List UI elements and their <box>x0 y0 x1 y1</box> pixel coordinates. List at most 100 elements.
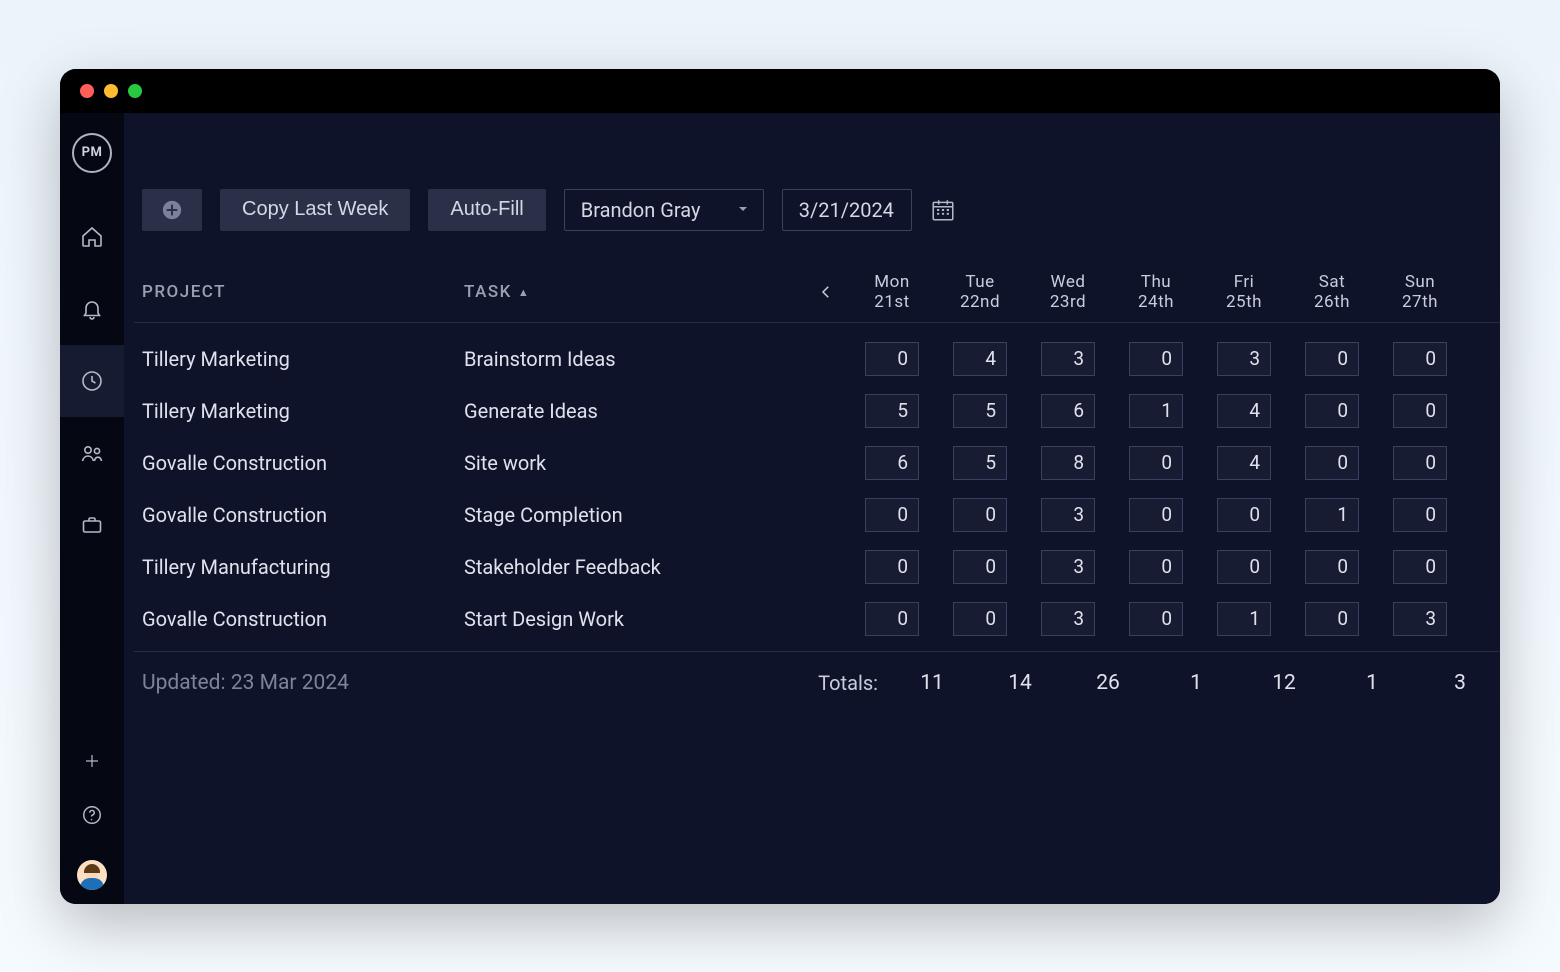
hours-input[interactable]: 0 <box>865 498 919 532</box>
copy-last-week-button[interactable]: Copy Last Week <box>220 189 410 231</box>
people-icon <box>80 441 104 465</box>
brand-logo[interactable]: PM <box>72 133 112 173</box>
total-value: 12 <box>1240 671 1328 695</box>
hours-input[interactable]: 1 <box>1129 394 1183 428</box>
hours-input[interactable]: 0 <box>1393 342 1447 376</box>
hours-input[interactable]: 3 <box>1041 602 1095 636</box>
hours-input[interactable]: 0 <box>1393 498 1447 532</box>
user-select[interactable]: Brandon Gray <box>564 189 764 231</box>
hours-input[interactable]: 5 <box>865 394 919 428</box>
day-header: Tue22nd <box>936 272 1024 313</box>
hours-input[interactable]: 3 <box>1393 602 1447 636</box>
add-button[interactable] <box>83 752 101 774</box>
timesheet-grid: PROJECT TASK ▲ Mon21st Tue22nd Wed23rd T… <box>124 263 1500 715</box>
hours-input[interactable]: 0 <box>1305 602 1359 636</box>
sidebar-item-notifications[interactable] <box>60 273 124 345</box>
day-header: Sun27th <box>1376 272 1464 313</box>
toolbar: Copy Last Week Auto-Fill Brandon Gray 3/… <box>124 185 1500 235</box>
sort-asc-icon: ▲ <box>518 286 530 299</box>
hours-input[interactable]: 0 <box>1129 446 1183 480</box>
window-minimize-button[interactable] <box>104 84 118 98</box>
hours-input[interactable]: 5 <box>953 394 1007 428</box>
hours-input[interactable]: 1 <box>1217 602 1271 636</box>
add-entry-button[interactable] <box>142 189 202 231</box>
hours-input[interactable]: 0 <box>865 602 919 636</box>
window-titlebar <box>60 69 1500 113</box>
sidebar-item-home[interactable] <box>60 201 124 273</box>
timesheet-row: Tillery MarketingGenerate Ideas5561400 <box>134 385 1500 437</box>
hours-input[interactable]: 0 <box>1129 498 1183 532</box>
hours-input[interactable]: 0 <box>1129 342 1183 376</box>
calendar-button[interactable] <box>930 197 956 223</box>
hours-input[interactable]: 6 <box>1041 394 1095 428</box>
briefcase-icon <box>80 513 104 537</box>
project-cell: Govalle Construction <box>134 451 464 475</box>
hours-input[interactable]: 0 <box>1393 446 1447 480</box>
hours-input[interactable]: 0 <box>953 498 1007 532</box>
hours-input[interactable]: 1 <box>1305 498 1359 532</box>
prev-week-button[interactable] <box>804 283 848 301</box>
hours-input[interactable]: 0 <box>1393 394 1447 428</box>
hours-input[interactable]: 0 <box>1305 446 1359 480</box>
hours-input[interactable]: 0 <box>865 342 919 376</box>
user-select-value: Brandon Gray <box>581 198 701 222</box>
hours-input[interactable]: 0 <box>1129 602 1183 636</box>
hours-input[interactable]: 0 <box>1393 550 1447 584</box>
total-value: 3 <box>1416 671 1500 695</box>
hours-input[interactable]: 3 <box>1041 498 1095 532</box>
hours-input[interactable]: 8 <box>1041 446 1095 480</box>
totals-label: Totals: <box>804 671 888 695</box>
hours-input[interactable]: 0 <box>865 550 919 584</box>
sidebar-bottom <box>60 752 124 890</box>
hours-input[interactable]: 0 <box>953 602 1007 636</box>
task-cell: Start Design Work <box>464 607 804 631</box>
sidebar-item-team[interactable] <box>60 417 124 489</box>
task-cell: Generate Ideas <box>464 399 804 423</box>
timesheet-row: Govalle ConstructionStage Completion0030… <box>134 489 1500 541</box>
window-maximize-button[interactable] <box>128 84 142 98</box>
sidebar-item-timesheet[interactable] <box>60 345 124 417</box>
user-avatar[interactable] <box>77 860 107 890</box>
sidebar: PM <box>60 113 124 904</box>
total-value: 11 <box>888 671 976 695</box>
auto-fill-button[interactable]: Auto-Fill <box>428 189 545 231</box>
hours-input[interactable]: 4 <box>1217 394 1271 428</box>
hours-input[interactable]: 0 <box>1305 342 1359 376</box>
date-input[interactable]: 3/21/2024 <box>782 189 912 231</box>
timesheet-row: Govalle ConstructionSite work6580400 <box>134 437 1500 489</box>
task-cell: Brainstorm Ideas <box>464 347 804 371</box>
hours-input[interactable]: 5 <box>953 446 1007 480</box>
hours-input[interactable]: 4 <box>953 342 1007 376</box>
hours-input[interactable]: 0 <box>1217 498 1271 532</box>
calendar-icon <box>930 197 956 223</box>
date-input-value: 3/21/2024 <box>799 198 894 222</box>
timesheet-row: Tillery MarketingBrainstorm Ideas0430300 <box>134 333 1500 385</box>
sidebar-item-projects[interactable] <box>60 489 124 561</box>
timesheet-row: Tillery ManufacturingStakeholder Feedbac… <box>134 541 1500 593</box>
total-value: 14 <box>976 671 1064 695</box>
header-task[interactable]: TASK ▲ <box>464 282 804 302</box>
total-value: 26 <box>1064 671 1152 695</box>
hours-input[interactable]: 0 <box>953 550 1007 584</box>
chevron-down-icon <box>735 198 751 222</box>
hours-input[interactable]: 0 <box>1305 394 1359 428</box>
day-header: Mon21st <box>848 272 936 313</box>
project-cell: Tillery Marketing <box>134 399 464 423</box>
hours-input[interactable]: 3 <box>1041 550 1095 584</box>
help-button[interactable] <box>81 804 103 830</box>
app-window: PM <box>60 69 1500 904</box>
updated-label: Updated: 23 Mar 2024 <box>134 671 464 695</box>
task-cell: Stakeholder Feedback <box>464 555 804 579</box>
total-value: 1 <box>1152 671 1240 695</box>
main-panel: Copy Last Week Auto-Fill Brandon Gray 3/… <box>124 113 1500 904</box>
window-close-button[interactable] <box>80 84 94 98</box>
hours-input[interactable]: 0 <box>1305 550 1359 584</box>
hours-input[interactable]: 3 <box>1217 342 1271 376</box>
hours-input[interactable]: 4 <box>1217 446 1271 480</box>
hours-input[interactable]: 3 <box>1041 342 1095 376</box>
hours-input[interactable]: 0 <box>1129 550 1183 584</box>
task-cell: Stage Completion <box>464 503 804 527</box>
hours-input[interactable]: 6 <box>865 446 919 480</box>
hours-input[interactable]: 0 <box>1217 550 1271 584</box>
day-header: Sat26th <box>1288 272 1376 313</box>
